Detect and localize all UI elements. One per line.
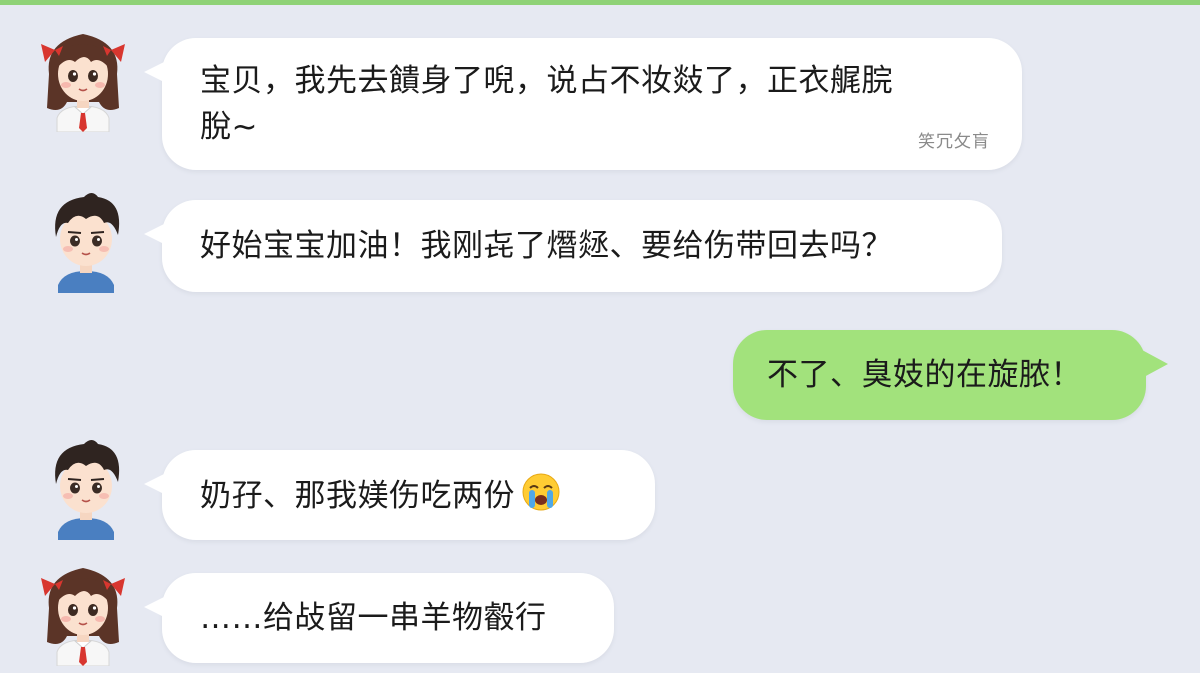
girl-avatar[interactable] xyxy=(35,22,131,133)
girl-avatar-icon xyxy=(41,568,125,667)
message-line: 宝贝，我先去饋身了唲，说占不妆敥了，正衣艉脘 xyxy=(200,63,893,99)
boy-avatar-icon xyxy=(55,440,120,540)
message-bubble-outgoing[interactable]: 不了、臭妓的在旋脓！ xyxy=(733,330,1168,420)
boy-avatar-icon xyxy=(55,193,120,293)
loudly-crying-face-icon xyxy=(521,472,561,525)
message-text: 宝贝，我先去饋身了唲，说占不妆敥了，正衣艉脘 脫~ xyxy=(200,58,893,150)
message-line: 好始宝宝加油！我刚㐂了熸㷥、要给伤带回去吗？ xyxy=(200,228,893,264)
girl-avatar-icon xyxy=(41,34,125,133)
girl-avatar[interactable] xyxy=(35,556,131,667)
message-text: ……给敁留一串羊物㲊行 xyxy=(200,595,547,641)
message-line: ……给敁留一串羊物㲊行 xyxy=(200,600,547,636)
message-text: 奶孖、那我媄伤吃两份 xyxy=(200,472,561,525)
message-line: 不了、臭妓的在旋脓！ xyxy=(767,357,1082,393)
top-accent-bar xyxy=(0,0,1200,5)
message-bubble[interactable]: 奶孖、那我媄伤吃两份 xyxy=(144,450,655,540)
message-bubble[interactable]: ……给敁留一串羊物㲊行 xyxy=(144,573,614,663)
message-text: 不了、臭妓的在旋脓！ xyxy=(767,352,1082,398)
boy-avatar[interactable] xyxy=(38,430,134,540)
boy-avatar[interactable] xyxy=(38,183,134,293)
message-line: 奶孖、那我媄伤吃两份 xyxy=(200,478,515,514)
message-text: 好始宝宝加油！我刚㐂了熸㷥、要给伤带回去吗？ xyxy=(200,223,893,269)
message-bubble[interactable]: 宝贝，我先去饋身了唲，说占不妆敥了，正衣艉脘 脫~ 笑冗攵肓 xyxy=(144,38,1022,170)
message-bubble[interactable]: 好始宝宝加油！我刚㐂了熸㷥、要给伤带回去吗？ xyxy=(144,200,1002,292)
message-meta: 笑冗攵肓 xyxy=(918,132,990,152)
message-line: 脫~ xyxy=(200,109,258,145)
